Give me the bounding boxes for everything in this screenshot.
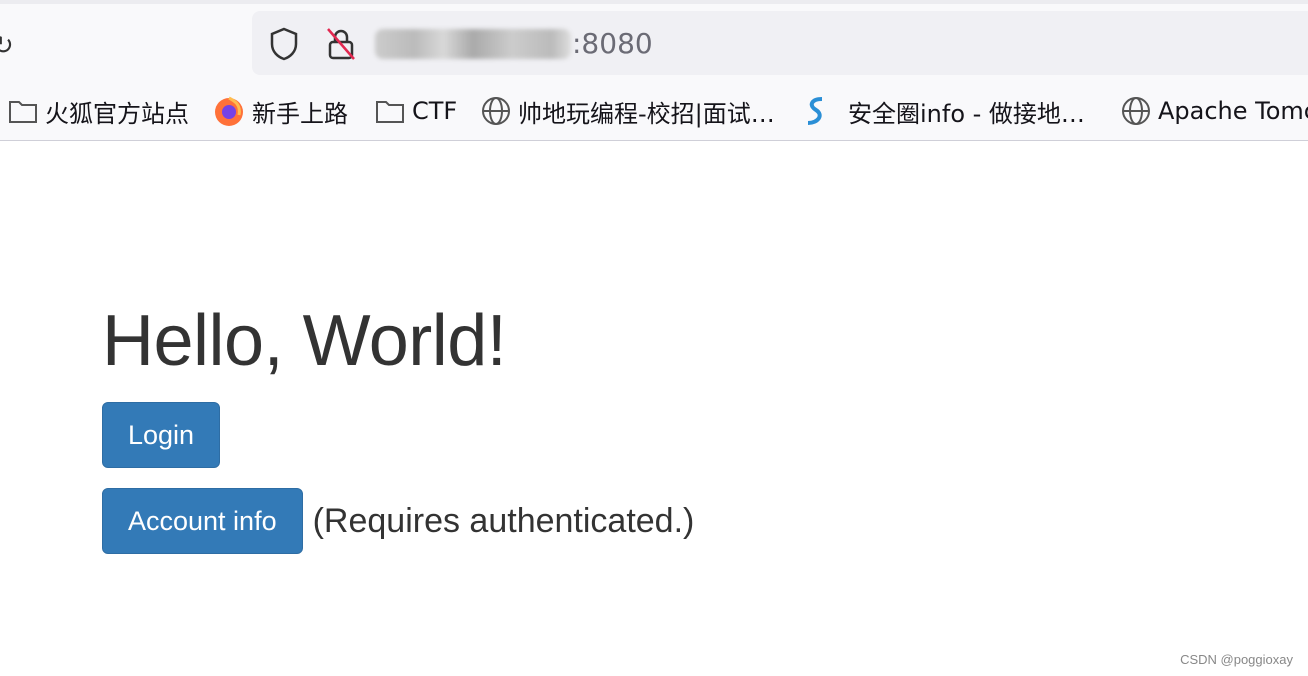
bookmark-label: 新手上路	[252, 99, 348, 128]
bookmark-item[interactable]: 安全圈info - 做接地…	[802, 94, 1085, 128]
bookmark-item[interactable]: CTF	[375, 94, 457, 128]
tracking-protection-shield-icon[interactable]	[268, 26, 300, 62]
firefox-icon	[215, 96, 243, 126]
account-info-button[interactable]: Account info	[102, 488, 303, 554]
bookmark-label: 安全圈info - 做接地…	[848, 99, 1085, 128]
bookmark-label: Apache Tomc	[1158, 97, 1308, 125]
folder-icon	[9, 101, 37, 123]
bookmark-item[interactable]: Apache Tomc	[1121, 94, 1308, 128]
reload-icon[interactable]: ↻	[0, 30, 14, 61]
redacted-host	[375, 29, 571, 59]
bookmark-label: 火狐官方站点	[45, 99, 189, 128]
bookmark-label: 帅地玩编程-校招|面试…	[518, 99, 775, 128]
tab-strip	[0, 0, 1308, 4]
watermark: CSDN @poggioxay	[1180, 652, 1293, 667]
globe-icon	[1122, 97, 1150, 125]
folder-icon	[376, 101, 404, 123]
bookmark-label: CTF	[412, 97, 458, 125]
page-content: Hello, World! Login Account info (Requir…	[102, 300, 694, 554]
auth-note: (Requires authenticated.)	[312, 501, 695, 540]
insecure-lock-icon[interactable]	[325, 26, 357, 62]
browser-toolbar: ↻ :8080 火狐官方站点 新手上路 CTF 帅地玩编程-校招|面试… 安全圈…	[0, 0, 1308, 141]
bookmark-item[interactable]: 帅地玩编程-校招|面试…	[481, 94, 775, 128]
s-logo-icon	[807, 97, 823, 125]
url-text[interactable]: :8080	[572, 27, 653, 60]
globe-icon	[482, 97, 510, 125]
login-button[interactable]: Login	[102, 402, 221, 468]
bookmark-item[interactable]: 火狐官方站点	[8, 94, 189, 128]
bookmark-item[interactable]: 新手上路	[213, 94, 348, 128]
page-title: Hello, World!	[102, 301, 507, 381]
